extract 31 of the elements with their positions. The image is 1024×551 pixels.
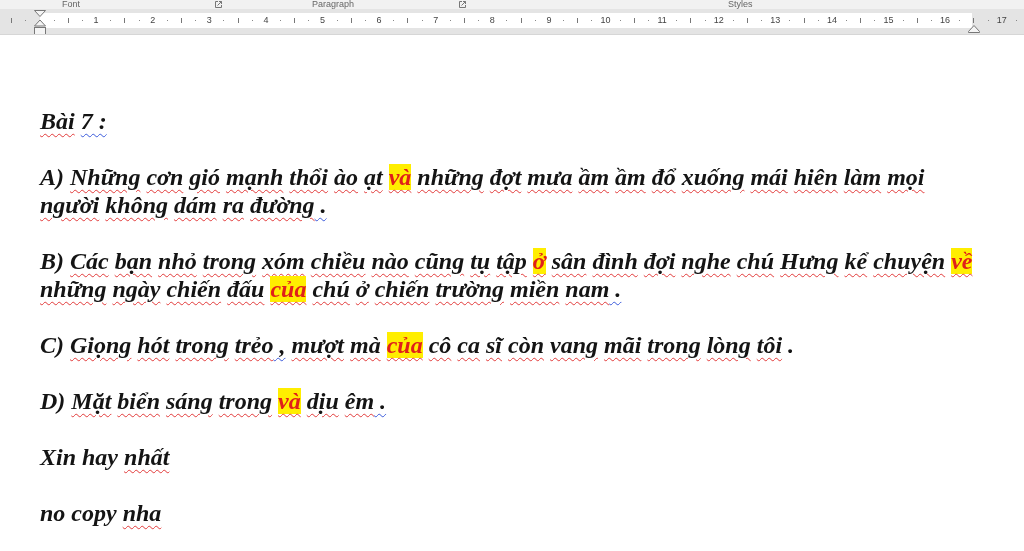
paragraph-text: A) Những cơn gió mạnh thổi ào ạt và những đợt mưa ầm ầm đổ xuống mái hiên làm mọi người không dám ra đường . — [40, 163, 926, 219]
ruler-number: 16 — [940, 15, 951, 25]
paragraph-text: D) Mặt biển sáng trong và dịu êm . — [40, 387, 388, 415]
ruler-number: 14 — [826, 15, 837, 25]
exercise-title: Bài 7 : — [40, 107, 108, 135]
paragraph-text: Xin hay nhất — [40, 443, 171, 471]
group-label: Paragraph — [312, 0, 355, 9]
paragraph-text: C) Giọng hót trong trẻo , mượt mà của cô ca sĩ còn vang mãi trong lòng tôi . — [40, 331, 796, 359]
right-indent-marker-icon[interactable] — [968, 25, 980, 33]
ruler-number: 6 — [376, 15, 382, 25]
ruler-number: 17 — [996, 15, 1007, 25]
ruler-number: 4 — [263, 15, 269, 25]
dialog-launcher-icon[interactable] — [215, 1, 222, 8]
ruler-number: 10 — [600, 15, 611, 25]
group-label: Font — [62, 0, 80, 9]
ruler-number: 13 — [770, 15, 781, 25]
paragraph-text: no copy nha — [40, 499, 163, 527]
ruler-number: 3 — [206, 15, 212, 25]
ruler-number: 2 — [150, 15, 156, 25]
ruler-number: 9 — [546, 15, 552, 25]
indent-marker-icon[interactable] — [34, 10, 46, 34]
group-label: Styles — [728, 0, 753, 9]
ruler-number: 11 — [657, 15, 667, 25]
ruler-number: 7 — [433, 15, 439, 25]
ruler-number: 12 — [713, 15, 724, 25]
dialog-launcher-icon[interactable] — [459, 1, 466, 8]
ruler-number: 15 — [883, 15, 894, 25]
ruler-number: 1 — [93, 15, 99, 25]
paragraph-text: B) Các bạn nhỏ trong xóm chiều nào cũng tụ tập ở sân đình đợi nghe chú Hưng kể chuyện về những ngày chiến đấu của chú ở chiến trường miền nam . — [40, 247, 974, 303]
ruler-number: 8 — [489, 15, 495, 25]
ruler-number: 5 — [320, 15, 325, 25]
